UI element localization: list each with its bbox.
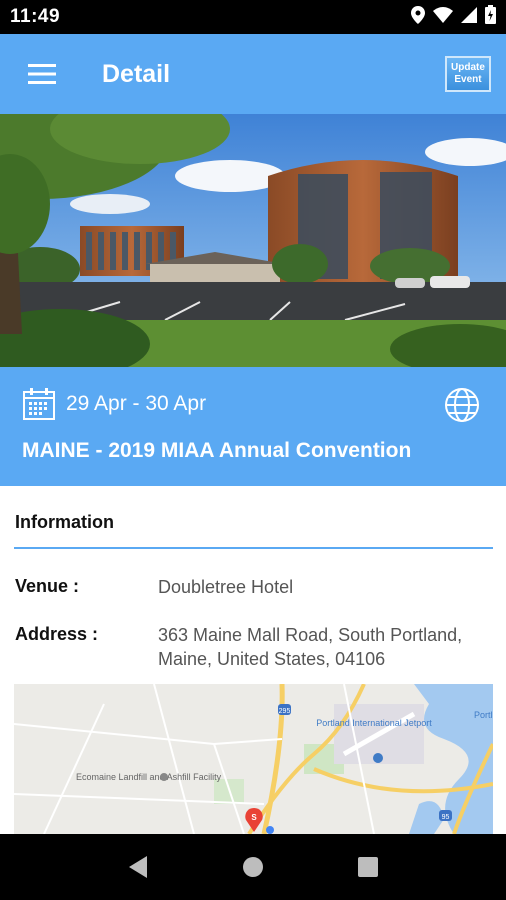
status-icons <box>411 5 496 29</box>
update-event-button[interactable]: Update Event <box>445 56 491 92</box>
back-triangle-icon <box>128 856 147 878</box>
location-map[interactable]: 295 95 Portland International Jetport Ec… <box>14 684 493 834</box>
status-time: 11:49 <box>10 6 61 27</box>
back-button[interactable] <box>118 847 158 887</box>
route-shield-95: 95 <box>442 814 450 821</box>
app-bar: Detail Update Event <box>0 34 506 114</box>
status-bar: 11:49 <box>0 0 506 34</box>
map-label-portland: Portl <box>474 710 493 720</box>
location-icon <box>411 5 425 29</box>
date-row: 29 Apr - 30 Apr <box>22 387 206 421</box>
poi-icon <box>160 773 168 781</box>
section-divider <box>14 547 493 549</box>
home-button[interactable] <box>233 847 273 887</box>
address-value: 363 Maine Mall Road, South Portland, Mai… <box>158 625 463 669</box>
event-date-range: 29 Apr - 30 Apr <box>66 392 207 415</box>
recents-square-icon <box>358 857 379 877</box>
venue-value: Doubletree Hotel <box>158 577 294 597</box>
airport-icon <box>373 753 383 763</box>
event-header: 29 Apr - 30 Apr MAINE - 2019 MIAA Annual… <box>0 367 506 486</box>
route-shield-295: 295 <box>279 708 291 715</box>
information-heading: Information <box>15 512 114 532</box>
venue-photo <box>0 114 506 367</box>
update-event-label-line2: Event <box>454 74 482 85</box>
hamburger-icon <box>28 64 56 84</box>
battery-icon <box>485 5 496 29</box>
menu-button[interactable] <box>22 54 62 94</box>
map-label-airport: Portland International Jetport <box>316 718 432 728</box>
update-event-label-line1: Update <box>451 62 485 73</box>
globe-icon <box>445 388 479 422</box>
venue-label: Venue : <box>15 576 80 596</box>
signal-icon <box>461 6 477 28</box>
website-button[interactable] <box>444 387 480 423</box>
calendar-icon <box>23 388 55 420</box>
page-title: Detail <box>102 59 171 88</box>
address-label: Address : <box>15 624 99 644</box>
map-label-landfill: Ecomaine Landfill and Ashfill Facility <box>76 772 222 782</box>
system-nav-bar <box>0 834 506 900</box>
recents-button[interactable] <box>348 847 388 887</box>
svg-text:S: S <box>251 813 257 822</box>
event-title: MAINE - 2019 MIAA Annual Convention <box>22 439 412 462</box>
home-circle-icon <box>242 857 263 877</box>
wifi-icon <box>433 6 453 28</box>
